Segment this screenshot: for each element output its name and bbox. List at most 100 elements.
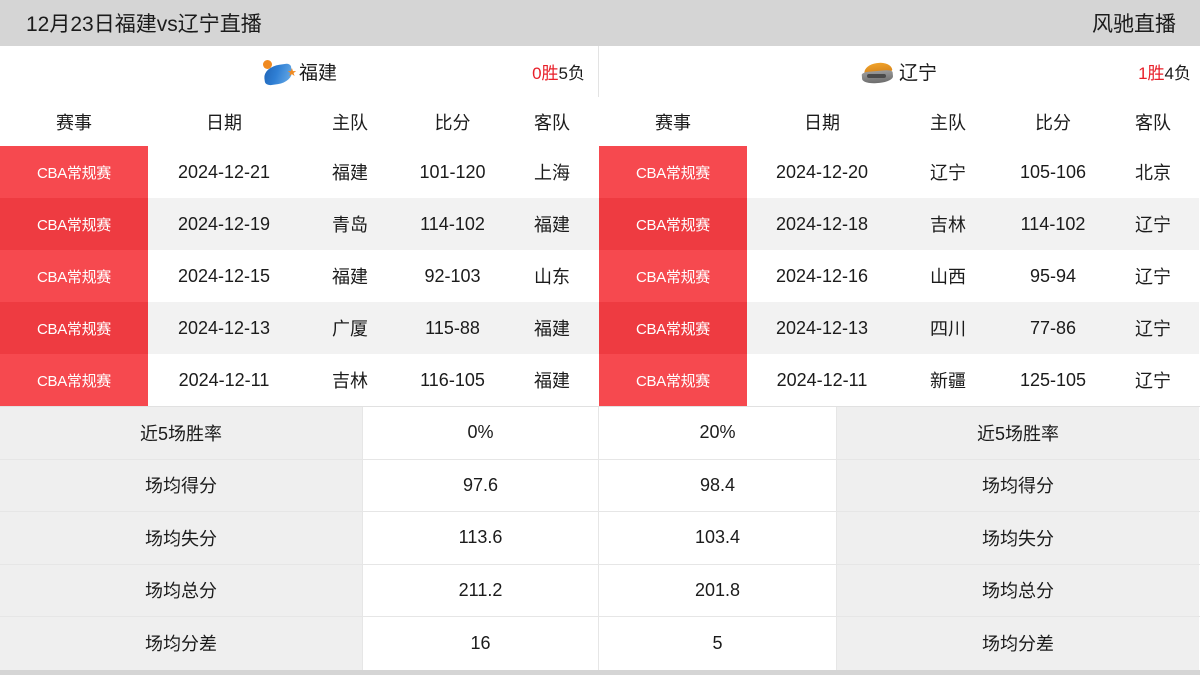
right-team-panel: 辽宁 1胜4负 赛事 日期 主队 比分 客队 CBA常规赛 2024-12-20… bbox=[599, 46, 1199, 406]
right-team-name: 辽宁 bbox=[898, 63, 937, 84]
table-row[interactable]: CBA常规赛 2024-12-20 辽宁 105-106 北京 bbox=[599, 146, 1199, 198]
league-badge: CBA常规赛 bbox=[0, 146, 148, 198]
match-score: 116-105 bbox=[400, 354, 505, 406]
stat-value-right: 20% bbox=[599, 407, 837, 459]
table-row[interactable]: CBA常规赛 2024-12-16 山西 95-94 辽宁 bbox=[599, 250, 1199, 302]
home-team: 广厦 bbox=[300, 302, 400, 354]
table-row[interactable]: CBA常规赛 2024-12-15 福建 92-103 山东 bbox=[0, 250, 599, 302]
league-badge: CBA常规赛 bbox=[0, 250, 148, 302]
league-badge: CBA常规赛 bbox=[599, 146, 747, 198]
match-date: 2024-12-21 bbox=[148, 146, 300, 198]
match-score: 101-120 bbox=[400, 146, 505, 198]
stat-value-right: 201.8 bbox=[599, 564, 837, 616]
left-col-header-score: 比分 bbox=[400, 97, 505, 146]
match-date: 2024-12-11 bbox=[148, 354, 300, 406]
stat-label-right: 场均总分 bbox=[837, 564, 1199, 616]
stat-value-right: 5 bbox=[599, 617, 837, 670]
table-row[interactable]: CBA常规赛 2024-12-11 吉林 116-105 福建 bbox=[0, 354, 599, 406]
right-col-header-league: 赛事 bbox=[599, 97, 747, 146]
match-score: 115-88 bbox=[400, 302, 505, 354]
home-team: 四川 bbox=[897, 302, 999, 354]
right-col-header-home: 主队 bbox=[897, 97, 999, 146]
right-col-header-score: 比分 bbox=[999, 97, 1107, 146]
stat-label-right: 近5场胜率 bbox=[837, 407, 1199, 459]
table-row[interactable]: CBA常规赛 2024-12-21 福建 101-120 上海 bbox=[0, 146, 599, 198]
match-score: 114-102 bbox=[400, 198, 505, 250]
match-date: 2024-12-16 bbox=[747, 250, 897, 302]
stat-row: 场均分差 16 5 场均分差 bbox=[0, 617, 1200, 670]
home-team: 青岛 bbox=[300, 198, 400, 250]
table-row[interactable]: CBA常规赛 2024-12-19 青岛 114-102 福建 bbox=[0, 198, 599, 250]
match-score: 114-102 bbox=[999, 198, 1107, 250]
top-bar: 12月23日福建vs辽宁直播 风驰直播 bbox=[0, 0, 1200, 46]
table-row[interactable]: CBA常规赛 2024-12-18 吉林 114-102 辽宁 bbox=[599, 198, 1199, 250]
stat-value-left: 211.2 bbox=[362, 564, 599, 616]
right-match-table: 赛事 日期 主队 比分 客队 CBA常规赛 2024-12-20 辽宁 105-… bbox=[599, 97, 1199, 406]
match-date: 2024-12-15 bbox=[148, 250, 300, 302]
table-row[interactable]: CBA常规赛 2024-12-11 新疆 125-105 辽宁 bbox=[599, 354, 1199, 406]
team-comparison-panels: 福建 0胜5负 赛事 日期 主队 比分 客队 CBA常规赛 2024-12-21… bbox=[0, 46, 1200, 406]
away-team: 山东 bbox=[505, 250, 599, 302]
home-team: 辽宁 bbox=[897, 146, 999, 198]
home-team: 吉林 bbox=[897, 198, 999, 250]
stat-label-left: 近5场胜率 bbox=[0, 407, 362, 459]
left-col-header-league: 赛事 bbox=[0, 97, 148, 146]
away-team: 福建 bbox=[505, 198, 599, 250]
right-col-header-date: 日期 bbox=[747, 97, 897, 146]
stat-label-right: 场均分差 bbox=[837, 617, 1199, 670]
left-col-header-away: 客队 bbox=[505, 97, 599, 146]
match-score: 92-103 bbox=[400, 250, 505, 302]
stat-label-left: 场均总分 bbox=[0, 564, 362, 616]
match-date: 2024-12-11 bbox=[747, 354, 897, 406]
table-row[interactable]: CBA常规赛 2024-12-13 四川 77-86 辽宁 bbox=[599, 302, 1199, 354]
right-team-header: 辽宁 1胜4负 bbox=[599, 46, 1199, 97]
right-team-record: 1胜4负 bbox=[1138, 59, 1191, 84]
right-col-header-away: 客队 bbox=[1107, 97, 1199, 146]
away-team: 上海 bbox=[505, 146, 599, 198]
match-score: 105-106 bbox=[999, 146, 1107, 198]
league-badge: CBA常规赛 bbox=[0, 354, 148, 406]
home-team: 福建 bbox=[300, 250, 400, 302]
home-team: 吉林 bbox=[300, 354, 400, 406]
left-team-header: 福建 0胜5负 bbox=[0, 46, 598, 97]
right-team-identity: 辽宁 bbox=[599, 58, 1199, 86]
away-team: 辽宁 bbox=[1107, 302, 1199, 354]
away-team: 辽宁 bbox=[1107, 250, 1199, 302]
left-col-header-home: 主队 bbox=[300, 97, 400, 146]
stat-label-left: 场均失分 bbox=[0, 512, 362, 564]
table-row[interactable]: CBA常规赛 2024-12-13 广厦 115-88 福建 bbox=[0, 302, 599, 354]
left-team-panel: 福建 0胜5负 赛事 日期 主队 比分 客队 CBA常规赛 2024-12-21… bbox=[0, 46, 599, 406]
away-team: 辽宁 bbox=[1107, 354, 1199, 406]
stat-row: 场均得分 97.6 98.4 场均得分 bbox=[0, 459, 1200, 512]
match-date: 2024-12-18 bbox=[747, 198, 897, 250]
fujian-sturgeons-logo-icon bbox=[261, 58, 297, 86]
home-team: 山西 bbox=[897, 250, 999, 302]
home-team: 福建 bbox=[300, 146, 400, 198]
match-date: 2024-12-13 bbox=[148, 302, 300, 354]
match-date: 2024-12-19 bbox=[148, 198, 300, 250]
stat-label-left: 场均分差 bbox=[0, 617, 362, 670]
away-team: 福建 bbox=[505, 354, 599, 406]
left-team-identity: 福建 bbox=[0, 58, 598, 86]
away-team: 辽宁 bbox=[1107, 198, 1199, 250]
match-date: 2024-12-20 bbox=[747, 146, 897, 198]
left-team-wins: 0胜 bbox=[532, 64, 559, 83]
stat-value-left: 0% bbox=[362, 407, 599, 459]
right-team-wins: 1胜 bbox=[1138, 64, 1165, 83]
right-team-losses: 4负 bbox=[1164, 64, 1191, 83]
stat-value-right: 103.4 bbox=[599, 512, 837, 564]
site-brand: 风驰直播 bbox=[1092, 13, 1176, 36]
stat-row: 近5场胜率 0% 20% 近5场胜率 bbox=[0, 407, 1200, 460]
home-team: 新疆 bbox=[897, 354, 999, 406]
stat-value-left: 113.6 bbox=[362, 512, 599, 564]
left-col-header-date: 日期 bbox=[148, 97, 300, 146]
stat-row: 场均失分 113.6 103.4 场均失分 bbox=[0, 512, 1200, 565]
match-date: 2024-12-13 bbox=[747, 302, 897, 354]
left-match-table: 赛事 日期 主队 比分 客队 CBA常规赛 2024-12-21 福建 101-… bbox=[0, 97, 599, 406]
stat-label-left: 场均得分 bbox=[0, 459, 362, 511]
league-badge: CBA常规赛 bbox=[599, 198, 747, 250]
liaoning-flying-leopards-logo-icon bbox=[861, 58, 895, 86]
away-team: 北京 bbox=[1107, 146, 1199, 198]
page-title: 12月23日福建vs辽宁直播 bbox=[26, 13, 262, 36]
left-team-losses: 5负 bbox=[558, 64, 585, 83]
